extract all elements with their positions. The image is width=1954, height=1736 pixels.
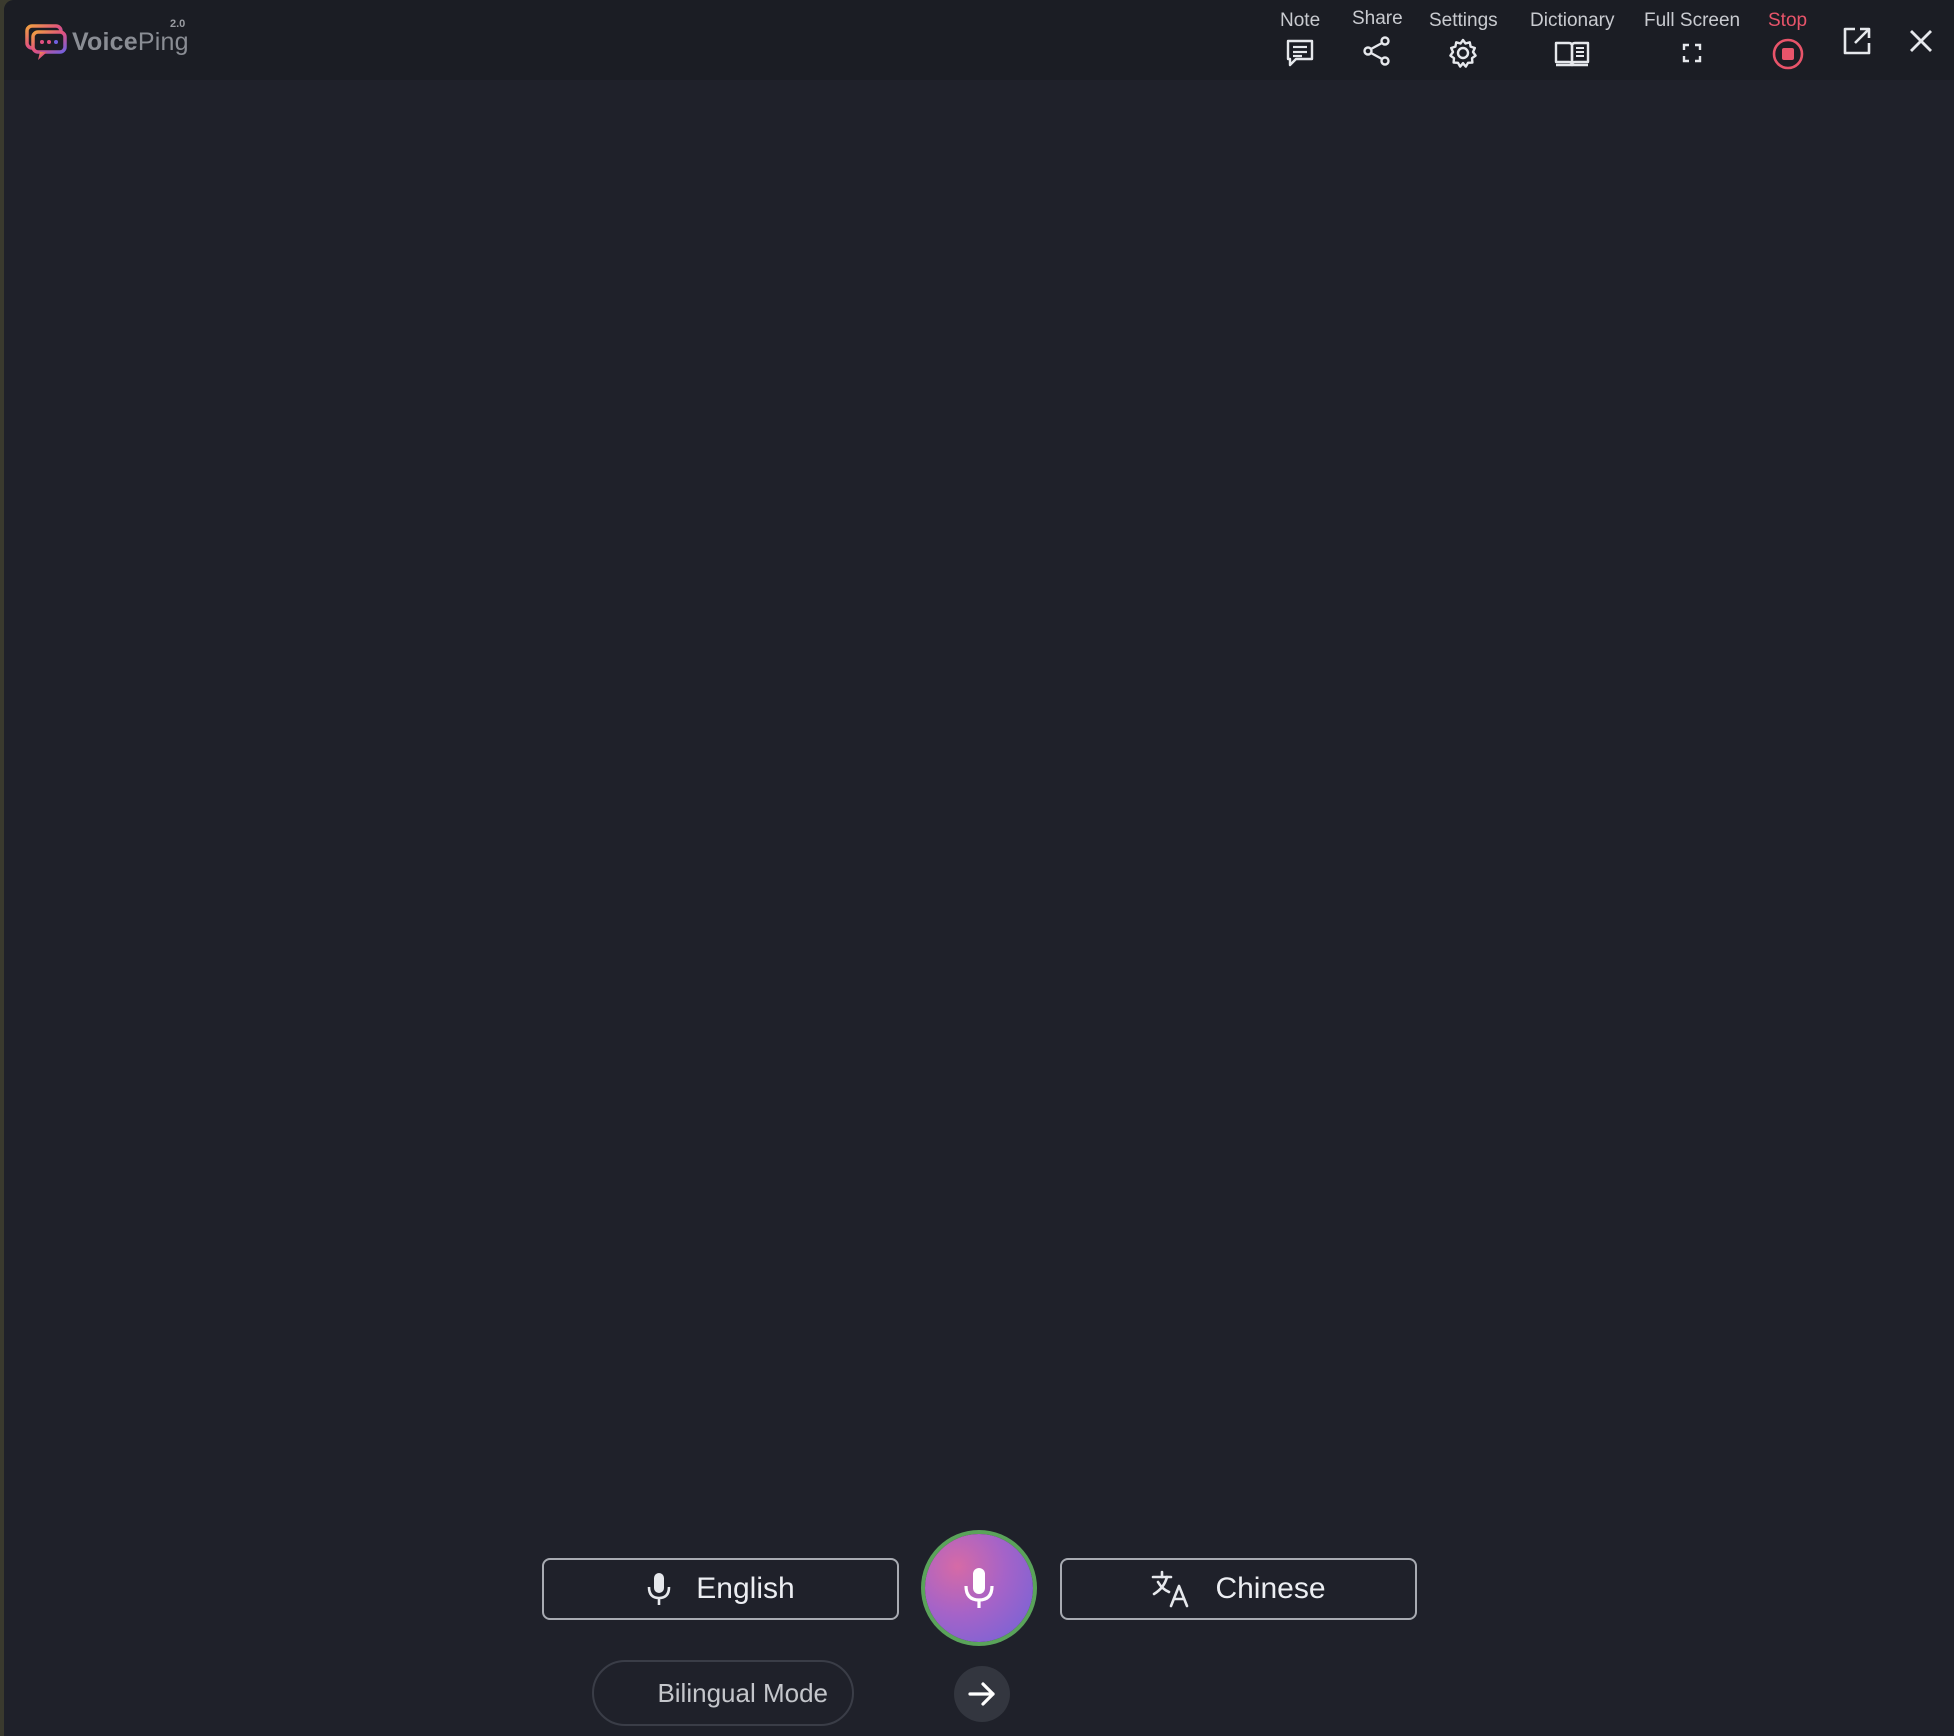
bilingual-mode-label: Bilingual Mode: [657, 1677, 828, 1708]
target-language-button[interactable]: Chinese: [1060, 1558, 1417, 1620]
fullscreen-icon: [1682, 43, 1702, 63]
app-name: VoicePing: [72, 27, 189, 56]
title-bar: VoicePing 2.0 Note Share Settings Dictio…: [4, 0, 1954, 80]
external-link-icon: [1843, 27, 1871, 55]
gear-icon: [1449, 38, 1478, 68]
settings-label: Settings: [1429, 10, 1498, 31]
stop-button[interactable]: Stop: [1768, 10, 1807, 71]
translate-icon: [1152, 1570, 1189, 1608]
target-language-label: Chinese: [1215, 1572, 1326, 1605]
book-icon: [1555, 41, 1590, 67]
source-language-label: English: [696, 1572, 795, 1605]
share-icon: [1363, 36, 1391, 66]
settings-button[interactable]: Settings: [1429, 10, 1498, 69]
popout-button[interactable]: [1840, 24, 1874, 63]
app-logo: VoicePing: [24, 22, 189, 62]
control-bar: English Chinese Bilingual Mode: [4, 0, 1954, 1736]
source-language-button[interactable]: English: [542, 1558, 899, 1620]
share-button[interactable]: Share: [1352, 8, 1403, 67]
app-version: 2.0: [170, 18, 186, 30]
share-label: Share: [1352, 8, 1403, 29]
arrow-right-icon: [968, 1682, 995, 1706]
close-button[interactable]: [1906, 26, 1936, 61]
stop-record-icon: [1772, 38, 1803, 70]
microphone-icon: [964, 1568, 994, 1608]
microphone-icon: [647, 1573, 671, 1605]
voiceping-logo-icon: [25, 24, 67, 60]
close-icon: [1910, 30, 1932, 52]
bilingual-mode-toggle[interactable]: Bilingual Mode: [592, 1660, 854, 1726]
note-button[interactable]: Note: [1280, 10, 1320, 69]
note-label: Note: [1280, 10, 1321, 31]
record-mic-button[interactable]: [925, 1534, 1033, 1642]
fullscreen-button[interactable]: Full Screen: [1644, 10, 1740, 69]
swap-direction-button[interactable]: [954, 1666, 1010, 1722]
stop-label: Stop: [1768, 10, 1808, 31]
dictionary-button[interactable]: Dictionary: [1530, 10, 1614, 69]
note-icon: [1286, 39, 1314, 67]
app-window: VoicePing 2.0 Note Share Settings Dictio…: [4, 0, 1954, 1736]
fullscreen-label: Full Screen: [1644, 10, 1741, 31]
dictionary-label: Dictionary: [1530, 10, 1615, 31]
